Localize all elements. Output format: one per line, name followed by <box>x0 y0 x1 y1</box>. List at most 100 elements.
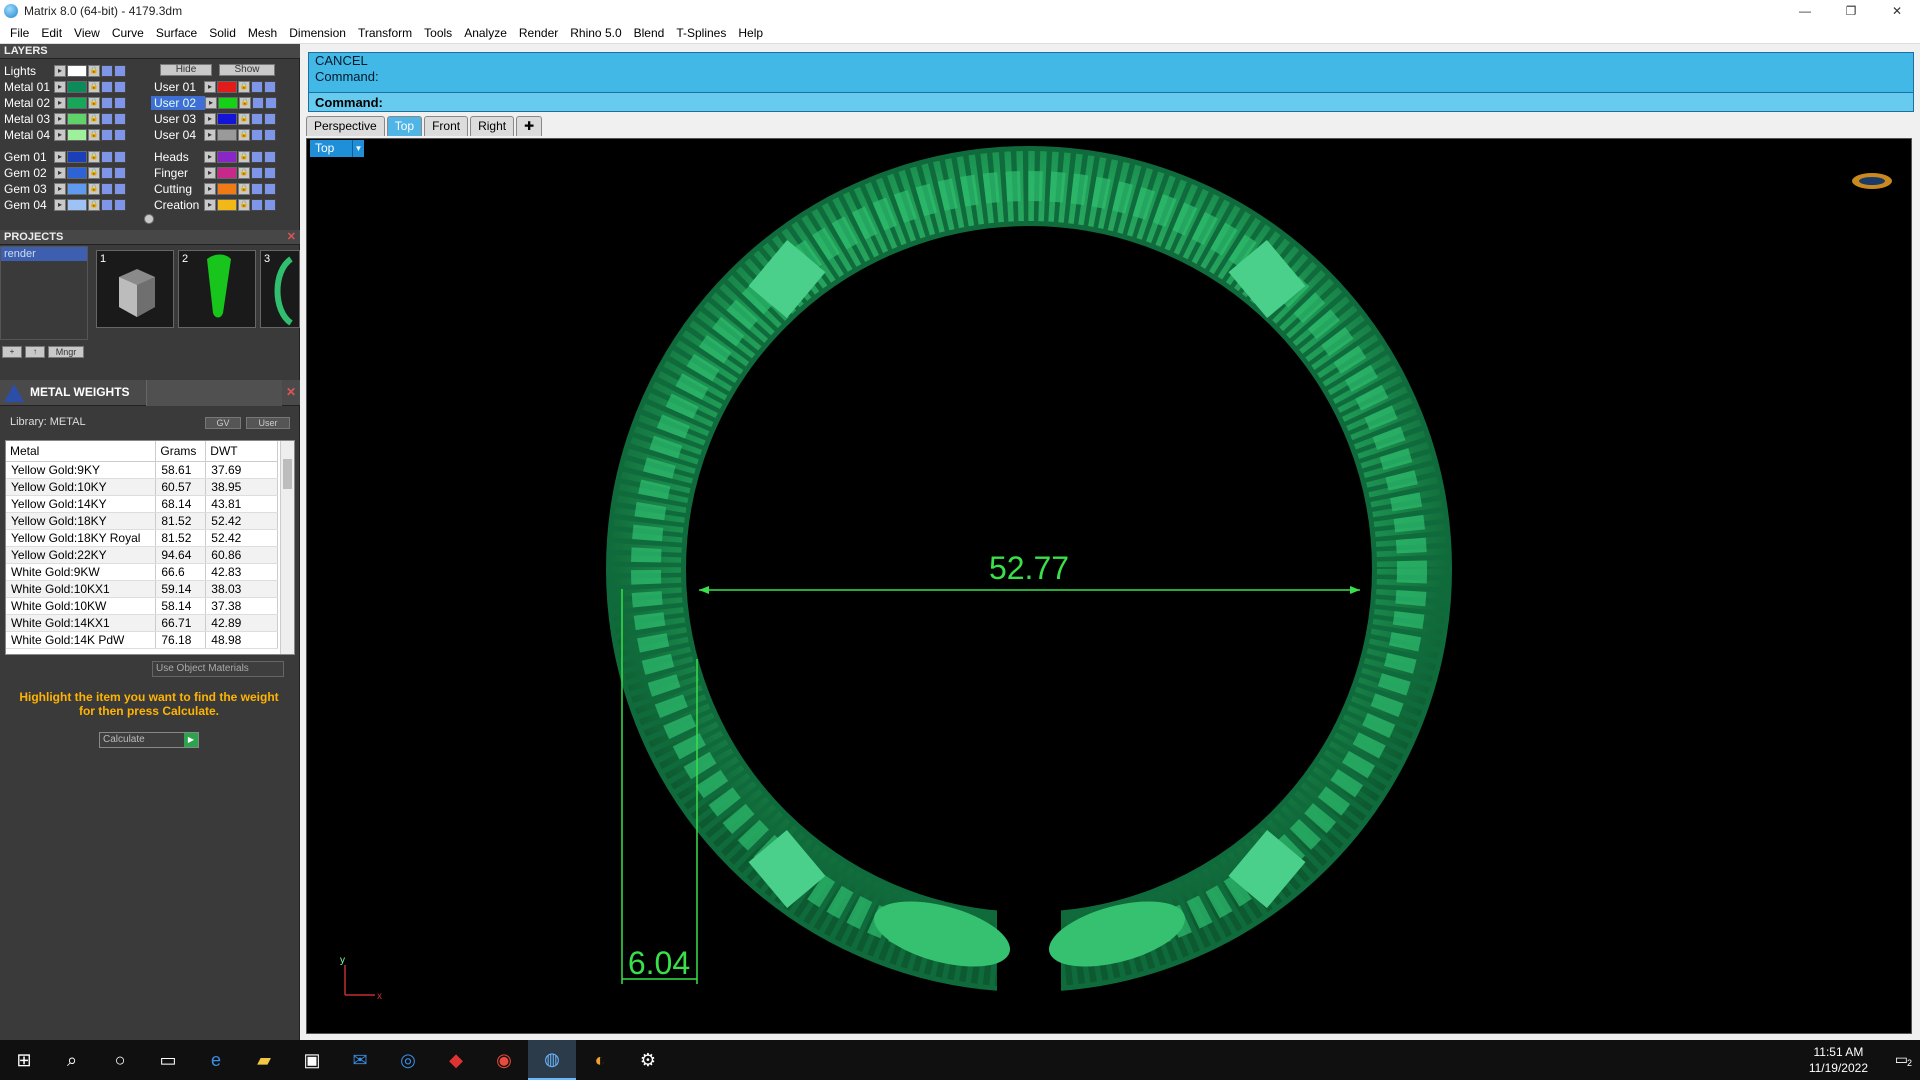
clock[interactable]: 11:51 AM 11/19/2022 <box>1809 1044 1868 1076</box>
lock-icon[interactable]: 🔒 <box>88 80 100 93</box>
lock-icon[interactable]: 🔒 <box>238 182 250 195</box>
use-object-materials-field[interactable]: Use Object Materials <box>152 661 284 677</box>
zalo-icon[interactable]: ◎ <box>384 1040 432 1080</box>
menu-item-t-splines[interactable]: T-Splines <box>670 26 732 40</box>
menu-item-render[interactable]: Render <box>513 26 564 40</box>
menu-item-tools[interactable]: Tools <box>418 26 458 40</box>
expand-icon[interactable]: ▸ <box>205 96 217 109</box>
layer-row[interactable]: Gem 04 ▸ 🔒 <box>0 197 127 212</box>
render-icon[interactable] <box>114 112 126 125</box>
hide-button[interactable]: Hide <box>160 64 212 76</box>
search-icon[interactable]: ⌕ <box>48 1040 96 1080</box>
show-button[interactable]: Show <box>219 64 275 76</box>
lock-icon[interactable]: 🔒 <box>88 112 100 125</box>
render-icon[interactable] <box>114 80 126 93</box>
visible-icon[interactable] <box>251 166 263 179</box>
layer-color-swatch[interactable] <box>217 198 237 211</box>
cortana-icon[interactable]: ○ <box>96 1040 144 1080</box>
layer-color-swatch[interactable] <box>218 96 238 109</box>
layer-row[interactable]: Metal 02 ▸ 🔒 <box>0 95 127 110</box>
lock-icon[interactable]: 🔒 <box>238 166 250 179</box>
render-icon[interactable] <box>264 128 276 141</box>
expand-icon[interactable]: ▸ <box>54 150 66 163</box>
lock-icon[interactable]: 🔒 <box>238 80 250 93</box>
expand-icon[interactable]: ▸ <box>54 166 66 179</box>
menu-item-surface[interactable]: Surface <box>150 26 203 40</box>
layer-color-swatch[interactable] <box>217 112 237 125</box>
expand-icon[interactable]: ▸ <box>204 150 216 163</box>
visible-icon[interactable] <box>251 80 263 93</box>
layer-row[interactable]: User 01 ▸ 🔒 <box>150 79 277 94</box>
visible-icon[interactable] <box>101 150 113 163</box>
lock-icon[interactable]: 🔒 <box>238 112 250 125</box>
lock-icon[interactable]: 🔒 <box>88 198 100 211</box>
menu-item-view[interactable]: View <box>68 26 106 40</box>
orientation-widget[interactable] <box>1852 173 1892 189</box>
menu-item-analyze[interactable]: Analyze <box>458 26 513 40</box>
lock-icon[interactable]: 🔒 <box>88 166 100 179</box>
layer-color-swatch[interactable] <box>67 128 87 141</box>
matrix-icon[interactable]: ◍ <box>528 1040 576 1080</box>
settings-icon[interactable]: ⚙ <box>624 1040 672 1080</box>
app-red-icon[interactable]: ◆ <box>432 1040 480 1080</box>
render-icon[interactable] <box>114 128 126 141</box>
lock-icon[interactable]: 🔒 <box>88 96 100 109</box>
lock-icon[interactable]: 🔒 <box>88 150 100 163</box>
table-row[interactable]: White Gold:10KW 58.14 37.38 <box>6 597 278 615</box>
layer-row[interactable]: User 03 ▸ 🔒 <box>150 111 277 126</box>
col-metal[interactable]: Metal <box>6 441 157 462</box>
minimize-icon[interactable]: — <box>1782 0 1828 22</box>
layer-row[interactable]: Finger ▸ 🔒 <box>150 165 277 180</box>
expand-icon[interactable]: ▸ <box>54 96 66 109</box>
render-icon[interactable] <box>114 182 126 195</box>
start-icon[interactable]: ⊞ <box>0 1040 48 1080</box>
render-icon[interactable] <box>114 150 126 163</box>
layer-name[interactable]: Heads <box>150 150 204 164</box>
layer-color-swatch[interactable] <box>67 112 87 125</box>
layer-name[interactable]: Creation <box>150 198 204 212</box>
layer-color-swatch[interactable] <box>217 80 237 93</box>
project-thumb-2[interactable]: 2 <box>178 250 256 328</box>
menu-item-transform[interactable]: Transform <box>352 26 418 40</box>
layer-row[interactable]: Gem 01 ▸ 🔒 <box>0 149 127 164</box>
visible-icon[interactable] <box>101 112 113 125</box>
layer-color-swatch[interactable] <box>217 166 237 179</box>
layer-row[interactable]: Cutting ▸ 🔒 <box>150 181 277 196</box>
command-input[interactable]: Command: <box>309 92 1913 111</box>
menu-item-solid[interactable]: Solid <box>203 26 242 40</box>
menu-item-mesh[interactable]: Mesh <box>242 26 283 40</box>
layer-color-swatch[interactable] <box>67 182 87 195</box>
render-icon[interactable] <box>114 96 126 109</box>
layer-name[interactable]: Lights <box>0 64 54 78</box>
table-row[interactable]: White Gold:14KX1 66.71 42.89 <box>6 614 278 632</box>
layer-row[interactable]: Metal 01 ▸ 🔒 <box>0 79 127 94</box>
visible-icon[interactable] <box>101 198 113 211</box>
table-row[interactable]: White Gold:9KW 66.6 42.83 <box>6 563 278 581</box>
lock-icon[interactable]: 🔒 <box>238 128 250 141</box>
visible-icon[interactable] <box>101 80 113 93</box>
tab-right[interactable]: Right <box>470 116 515 136</box>
layer-color-swatch[interactable] <box>67 96 87 109</box>
layer-row[interactable]: Gem 03 ▸ 🔒 <box>0 181 127 196</box>
layer-row[interactable]: Gem 02 ▸ 🔒 <box>0 165 127 180</box>
up-button[interactable]: ↑ <box>25 346 45 358</box>
layer-color-swatch[interactable] <box>67 198 87 211</box>
lock-icon[interactable]: 🔒 <box>238 150 250 163</box>
render-icon[interactable] <box>264 198 276 211</box>
close-icon[interactable]: ✕ <box>287 230 296 245</box>
tab-front[interactable]: Front <box>424 116 469 136</box>
render-icon[interactable] <box>114 198 126 211</box>
layer-color-swatch[interactable] <box>67 80 87 93</box>
task-view-icon[interactable]: ▭ <box>144 1040 192 1080</box>
lock-icon[interactable]: 🔒 <box>88 128 100 141</box>
gv-button[interactable]: GV <box>205 417 241 429</box>
menu-item-dimension[interactable]: Dimension <box>283 26 352 40</box>
table-row[interactable]: White Gold:10KX1 59.14 38.03 <box>6 580 278 598</box>
tab-perspective[interactable]: Perspective <box>306 116 385 136</box>
layer-name[interactable]: Metal 03 <box>0 112 54 126</box>
layer-name[interactable]: User 01 <box>150 80 204 94</box>
close-icon[interactable]: ✕ <box>286 385 296 399</box>
table-row[interactable]: White Gold:14K PdW 76.18 48.98 <box>6 631 278 649</box>
visible-icon[interactable] <box>251 112 263 125</box>
render-icon[interactable] <box>114 64 126 77</box>
